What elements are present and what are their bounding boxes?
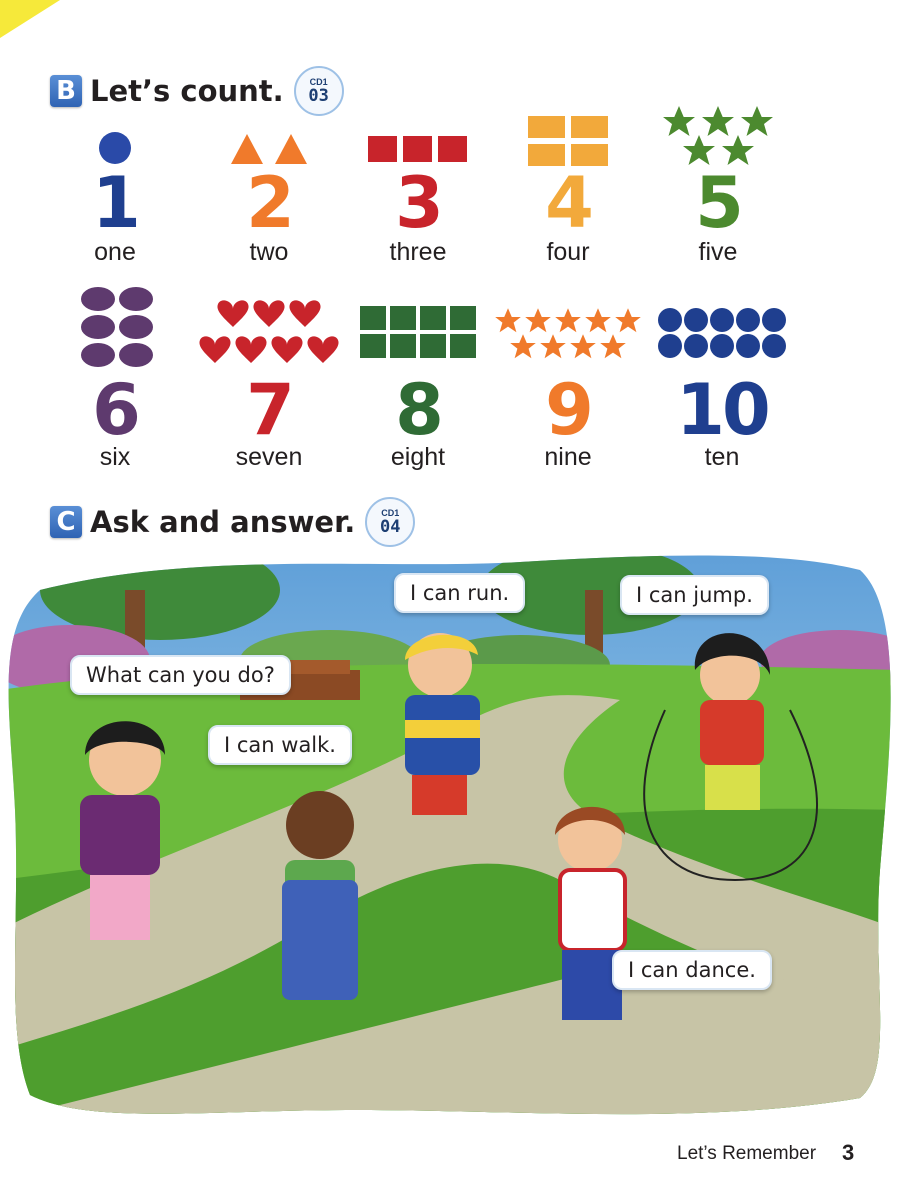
corner-tab	[0, 0, 60, 38]
shapes-four-rectangles	[528, 116, 608, 166]
section-c-title: Ask and answer.	[90, 505, 356, 539]
shapes-five-stars	[663, 106, 773, 165]
number-word: nine	[544, 443, 592, 471]
number-cell-10: 10 ten	[647, 285, 797, 475]
speech-bubble-dance: I can dance.	[612, 950, 772, 990]
number-word: three	[389, 238, 447, 266]
number-cell-8: 8 eight	[343, 285, 493, 475]
shapes-six-ovals	[81, 287, 153, 367]
section-c-header: C Ask and answer. CD1 04	[50, 497, 416, 547]
digit: 3	[395, 162, 444, 244]
park-scene-illustration	[8, 555, 891, 1115]
number-word: eight	[390, 443, 446, 471]
speech-bubble-jump: I can jump.	[620, 575, 769, 615]
number-cell-9: 9 nine	[493, 285, 643, 475]
number-word: five	[698, 238, 738, 266]
footer-unit-title: Let’s Remember	[677, 1143, 817, 1164]
speech-bubble-run: I can run.	[394, 573, 526, 613]
number-cell-3: 3 three	[343, 100, 493, 270]
shapes-ten-circles	[658, 308, 786, 358]
speech-bubble-what: What can you do?	[70, 655, 291, 695]
digit: 10	[676, 369, 770, 451]
cd-track-badge[interactable]: CD1 04	[365, 497, 416, 547]
section-c-letter: C	[50, 506, 82, 538]
shapes-seven-hearts	[199, 300, 339, 363]
number-cell-2: 2 two	[194, 100, 344, 270]
number-word: two	[249, 238, 289, 266]
number-cell-5: 5 five	[643, 100, 793, 270]
digit: 8	[395, 369, 444, 451]
number-cell-7: 7 seven	[194, 285, 344, 475]
digit: 5	[695, 162, 744, 244]
digit: 2	[246, 162, 295, 244]
digit: 4	[545, 162, 594, 244]
digit: 6	[92, 369, 141, 451]
number-word: seven	[235, 443, 303, 471]
track-number: 04	[380, 516, 401, 537]
shapes-three-squares	[368, 136, 467, 162]
shapes-eight-squares	[360, 306, 476, 358]
number-cell-4: 4 four	[493, 100, 643, 270]
page-number: 3	[842, 1140, 855, 1165]
digit: 1	[92, 162, 141, 244]
number-word: ten	[704, 443, 740, 471]
number-cell-6: 6 six	[40, 285, 190, 475]
number-cell-1: 1 one	[40, 100, 190, 270]
shapes-two-triangles	[231, 134, 307, 164]
shapes-nine-stars	[495, 308, 641, 359]
number-word: four	[546, 238, 590, 266]
speech-bubble-walk: I can walk.	[208, 725, 352, 765]
number-word: six	[99, 443, 131, 471]
number-word: one	[94, 238, 136, 266]
digit: 9	[545, 369, 594, 451]
digit: 7	[246, 369, 295, 451]
